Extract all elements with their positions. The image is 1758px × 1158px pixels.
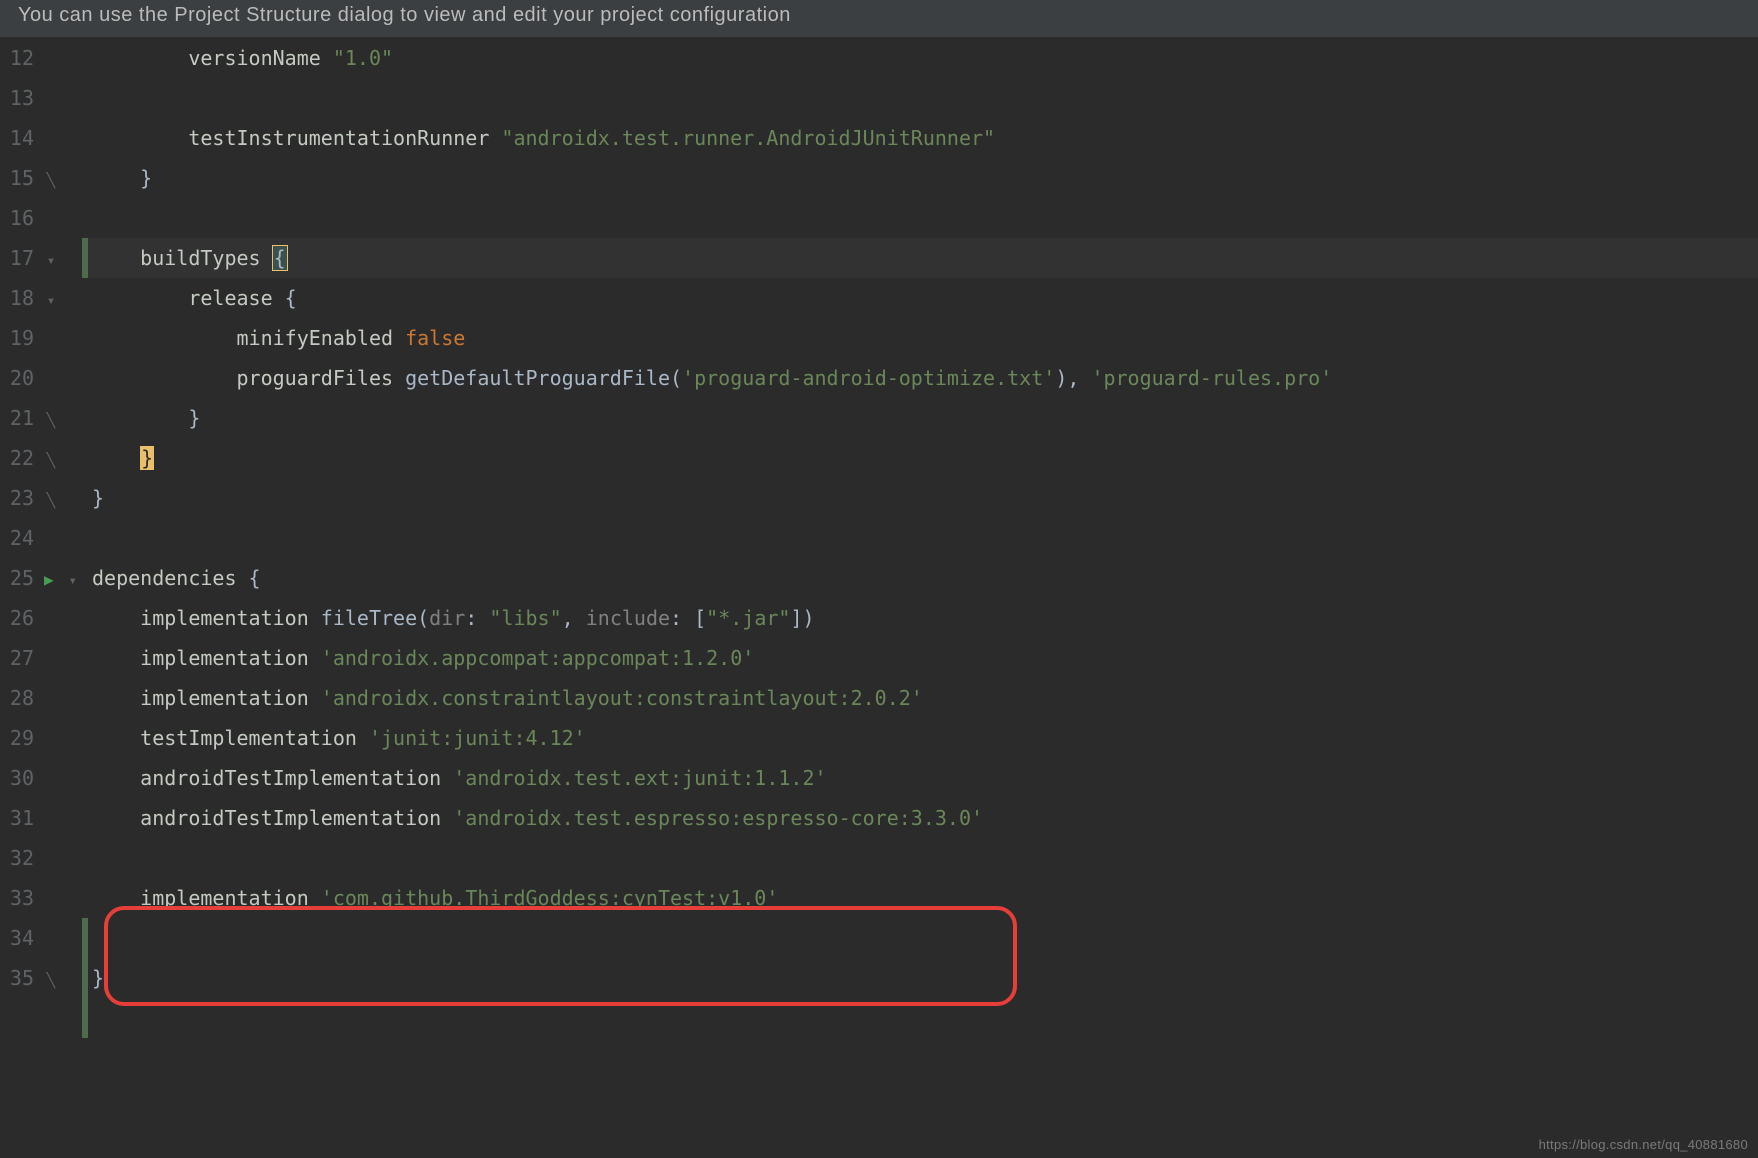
fold-open-icon[interactable]: ▾ — [44, 241, 58, 281]
line-number: 23 — [0, 478, 34, 518]
line-number: 22 — [0, 438, 34, 478]
code-line: } — [88, 158, 1758, 198]
fold-open-icon[interactable]: ▾ — [44, 281, 58, 321]
line-number: 34 — [0, 918, 34, 958]
fold-end-icon[interactable]: ╲ — [44, 961, 58, 1001]
line-number-gutter: 12 13 14 15 16 17 18 19 20 21 22 23 24 2… — [0, 38, 44, 1156]
line-number: 12 — [0, 38, 34, 78]
line-number: 17 — [0, 238, 34, 278]
code-line: implementation fileTree(dir: "libs", inc… — [88, 598, 1758, 638]
line-number: 35 — [0, 958, 34, 998]
line-number: 26 — [0, 598, 34, 638]
line-number: 14 — [0, 118, 34, 158]
code-line: androidTestImplementation 'androidx.test… — [88, 758, 1758, 798]
code-line — [88, 918, 1758, 958]
run-gutter-icon[interactable]: ▶ — [44, 570, 54, 589]
line-number: 25 — [0, 558, 34, 598]
code-line: versionName "1.0" — [88, 38, 1758, 78]
fold-end-icon[interactable]: ╲ — [44, 161, 58, 201]
matched-brace: { — [273, 246, 287, 270]
line-number: 30 — [0, 758, 34, 798]
code-line: implementation 'androidx.appcompat:appco… — [88, 638, 1758, 678]
line-number: 33 — [0, 878, 34, 918]
code-line: } — [88, 478, 1758, 518]
code-line: androidTestImplementation 'androidx.test… — [88, 798, 1758, 838]
code-editor[interactable]: 12 13 14 15 16 17 18 19 20 21 22 23 24 2… — [0, 38, 1758, 1156]
code-line: dependencies { — [88, 558, 1758, 598]
line-number: 21 — [0, 398, 34, 438]
matched-brace: } — [140, 446, 154, 470]
fold-end-icon[interactable]: ╲ — [44, 481, 58, 521]
code-line — [88, 518, 1758, 558]
code-line: } — [88, 958, 1758, 998]
code-line: testInstrumentationRunner "androidx.test… — [88, 118, 1758, 158]
line-number: 18 — [0, 278, 34, 318]
code-line: proguardFiles getDefaultProguardFile('pr… — [88, 358, 1758, 398]
line-number: 32 — [0, 838, 34, 878]
line-number: 19 — [0, 318, 34, 358]
hint-text: You can use the Project Structure dialog… — [18, 4, 791, 26]
line-number: 28 — [0, 678, 34, 718]
project-structure-hint-bar[interactable]: You can use the Project Structure dialog… — [0, 0, 1758, 38]
line-number: 13 — [0, 78, 34, 118]
line-number: 27 — [0, 638, 34, 678]
code-line: minifyEnabled false — [88, 318, 1758, 358]
line-number: 15 — [0, 158, 34, 198]
code-line — [88, 198, 1758, 238]
code-line: implementation 'com.github.ThirdGoddess:… — [88, 878, 1758, 918]
watermark-text: https://blog.csdn.net/qq_40881680 — [1539, 1137, 1748, 1152]
code-area[interactable]: versionName "1.0" testInstrumentationRun… — [88, 38, 1758, 1156]
code-line: testImplementation 'junit:junit:4.12' — [88, 718, 1758, 758]
code-line — [88, 78, 1758, 118]
fold-end-icon[interactable]: ╲ — [44, 401, 58, 441]
fold-end-icon[interactable]: ╲ — [44, 441, 58, 481]
line-number: 31 — [0, 798, 34, 838]
code-line: } — [88, 398, 1758, 438]
fold-open-icon[interactable]: ▾ — [66, 561, 80, 601]
line-number: 29 — [0, 718, 34, 758]
code-line: release { — [88, 278, 1758, 318]
code-line — [88, 838, 1758, 878]
line-number: 20 — [0, 358, 34, 398]
code-line: buildTypes { — [88, 238, 1758, 278]
line-number: 16 — [0, 198, 34, 238]
code-line: } — [88, 438, 1758, 478]
code-line: implementation 'androidx.constraintlayou… — [88, 678, 1758, 718]
line-number: 24 — [0, 518, 34, 558]
